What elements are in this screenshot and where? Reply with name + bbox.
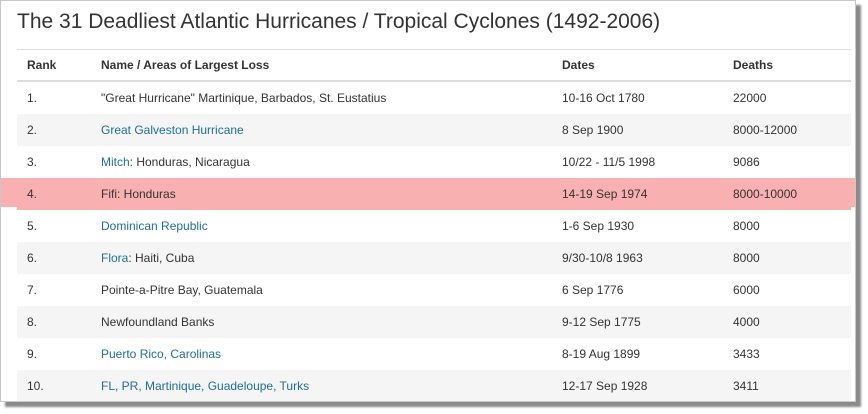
- cell-rank: 6.: [17, 242, 91, 274]
- cell-rank: 7.: [27, 283, 38, 297]
- cell-name: "Great Hurricane" Martinique, Barbados, …: [91, 81, 552, 114]
- cell-dates: 10-16 Oct 1780: [562, 91, 645, 105]
- cell-dates: 1-6 Sep 1930: [562, 219, 635, 233]
- cell-dates: 9-12 Sep 1775: [552, 306, 723, 338]
- cell-deaths: 6000: [733, 283, 760, 297]
- cell-rank: 5.: [27, 219, 38, 233]
- cell-dates: 14-19 Sep 1974: [552, 178, 723, 210]
- cell-dates: 8-19 Aug 1899: [562, 347, 641, 361]
- cell-dates: 10/22 - 11/5 1998: [562, 155, 656, 169]
- table-row: 1. "Great Hurricane" Martinique, Barbado…: [17, 81, 851, 114]
- cell-name: Flora: Haiti, Cuba: [91, 242, 552, 274]
- cell-name: Dominican Republic: [91, 210, 552, 242]
- cell-name: Puerto Rico, Carolinas: [91, 338, 552, 370]
- cell-deaths: 8000-12000: [723, 114, 851, 146]
- cell-name: FL, PR, Martinique, Guadeloupe, Turks: [91, 370, 552, 401]
- cell-deaths: 22000: [733, 91, 767, 105]
- cell-name: Newfoundland Banks: [91, 306, 552, 338]
- page-title: The 31 Deadliest Atlantic Hurricanes / T…: [17, 10, 661, 33]
- table-row-highlighted: 4. Fifi: Honduras 14-19 Sep 1974 8000-10…: [17, 178, 851, 210]
- hurricane-link[interactable]: Mitch: [101, 155, 130, 169]
- cell-name-text: Newfoundland Banks: [101, 315, 215, 329]
- cell-name-text: "Great Hurricane" Martinique, Barbados, …: [101, 91, 387, 105]
- table-row: 10. FL, PR, Martinique, Guadeloupe, Turk…: [17, 370, 851, 401]
- cell-name-text: : Honduras, Nicaragua: [129, 155, 250, 169]
- table-header-row: Rank Name / Areas of Largest Loss Dates …: [17, 49, 851, 82]
- column-header-dates[interactable]: Dates: [552, 49, 723, 82]
- cell-deaths: 3411: [723, 370, 851, 401]
- column-header-rank[interactable]: Rank: [17, 49, 91, 82]
- cell-deaths: 8000: [733, 219, 760, 233]
- cell-deaths: 4000: [723, 306, 851, 338]
- column-header-deaths[interactable]: Deaths: [723, 49, 851, 82]
- cell-rank: 10.: [17, 370, 91, 401]
- cell-rank: 2.: [17, 114, 91, 146]
- cell-name: Fifi: Honduras: [91, 178, 552, 210]
- cell-name-text: : Haiti, Cuba: [128, 251, 195, 265]
- column-header-name[interactable]: Name / Areas of Largest Loss: [91, 49, 552, 82]
- cell-rank: 9.: [27, 347, 38, 361]
- cell-deaths: 9086: [733, 155, 760, 169]
- page-frame: The 31 Deadliest Atlantic Hurricanes / T…: [0, 0, 856, 402]
- cell-rank: 4.: [17, 178, 91, 210]
- cell-dates: 12-17 Sep 1928: [552, 370, 723, 401]
- cell-name: Great Galveston Hurricane: [91, 114, 552, 146]
- cell-rank: 8.: [17, 306, 91, 338]
- cell-dates: 6 Sep 1776: [562, 283, 624, 297]
- table-row: 9. Puerto Rico, Carolinas 8-19 Aug 1899 …: [17, 338, 851, 370]
- hurricane-link[interactable]: Great Galveston Hurricane: [101, 123, 244, 137]
- cell-dates: 8 Sep 1900: [552, 114, 723, 146]
- cell-rank: 3.: [27, 155, 38, 169]
- table-row: 3. Mitch: Honduras, Nicaragua 10/22 - 11…: [17, 146, 851, 178]
- hurricane-link[interactable]: Puerto Rico, Carolinas: [101, 347, 221, 361]
- cell-name-text: Pointe-a-Pitre Bay, Guatemala: [101, 283, 263, 297]
- hurricane-link[interactable]: Flora: [101, 251, 128, 265]
- cell-rank: 1.: [27, 91, 38, 105]
- cell-deaths: 3433: [733, 347, 760, 361]
- hurricanes-table: Rank Name / Areas of Largest Loss Dates …: [17, 49, 851, 401]
- table-row: 6. Flora: Haiti, Cuba 9/30-10/8 1963 800…: [17, 242, 851, 274]
- cell-name: Pointe-a-Pitre Bay, Guatemala: [91, 274, 552, 306]
- cell-dates: 9/30-10/8 1963: [552, 242, 723, 274]
- hurricane-link[interactable]: FL, PR, Martinique, Guadeloupe, Turks: [101, 379, 309, 393]
- table-row: 5. Dominican Republic 1-6 Sep 1930 8000: [17, 210, 851, 242]
- cell-name-text: Fifi: Honduras: [101, 187, 176, 201]
- table-row: 7. Pointe-a-Pitre Bay, Guatemala 6 Sep 1…: [17, 274, 851, 306]
- hurricane-link[interactable]: Dominican Republic: [101, 219, 208, 233]
- table-row: 8. Newfoundland Banks 9-12 Sep 1775 4000: [17, 306, 851, 338]
- cell-name: Mitch: Honduras, Nicaragua: [91, 146, 552, 178]
- table-row: 2. Great Galveston Hurricane 8 Sep 1900 …: [17, 114, 851, 146]
- cell-deaths: 8000: [723, 242, 851, 274]
- cell-deaths: 8000-10000: [723, 178, 851, 210]
